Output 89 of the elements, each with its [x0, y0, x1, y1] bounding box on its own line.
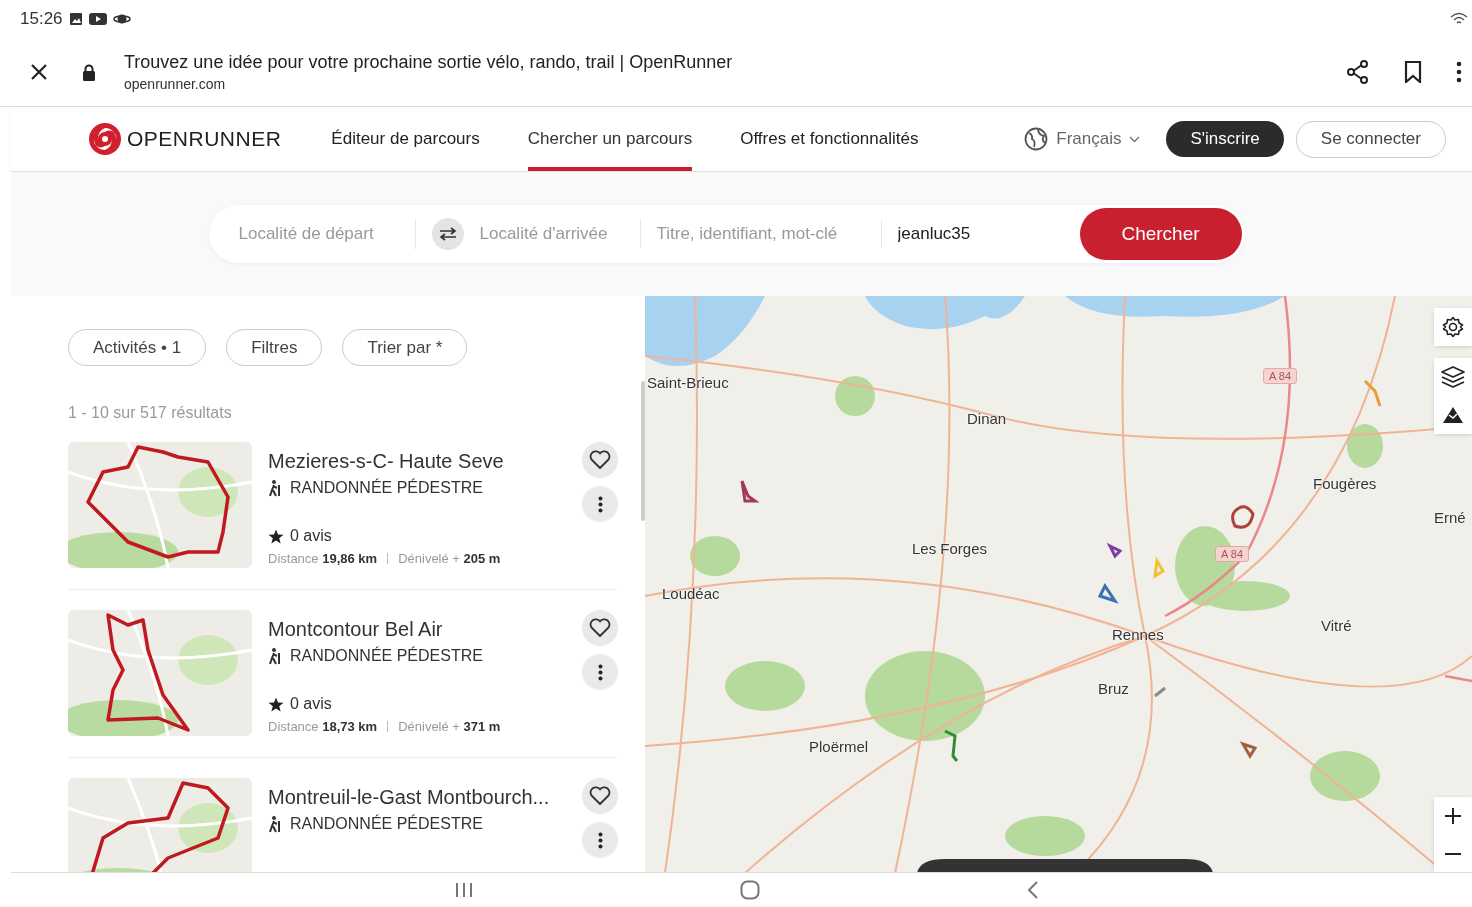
route-thumbnail[interactable]	[68, 442, 252, 568]
play-icon	[88, 12, 107, 26]
distance-stat: Distance 18,73 km	[268, 719, 378, 734]
map-place-label: Les Forges	[912, 540, 988, 557]
mountain-icon	[1442, 406, 1464, 424]
hiker-icon	[268, 647, 282, 665]
elevation-stat: Dénivelé + 371 m	[398, 719, 501, 734]
map-place-label: Rennes	[1112, 626, 1164, 643]
map-place-label: Dinan	[967, 410, 1007, 427]
hiker-icon	[268, 815, 282, 833]
signup-button[interactable]: S'inscrire	[1166, 121, 1284, 157]
reviews-count: 0 avis	[290, 695, 332, 713]
share-icon[interactable]	[1346, 60, 1370, 84]
route-title[interactable]: Montreuil-le-Gast Montbourch...	[268, 786, 582, 809]
heart-icon	[589, 618, 611, 638]
image-icon	[68, 12, 83, 26]
road-label: A 84	[1215, 546, 1250, 562]
activity-label: RANDONNÉE PÉDESTRE	[290, 647, 483, 665]
language-dropdown[interactable]: Français	[1056, 129, 1141, 149]
route-title[interactable]: Mezieres-s-C- Haute Seve	[268, 450, 582, 473]
chevron-down-icon	[1129, 135, 1141, 143]
close-icon[interactable]	[30, 63, 48, 81]
nav-tab[interactable]: Éditeur de parcours	[331, 107, 480, 171]
plus-icon	[1444, 807, 1462, 825]
reviews-count: 0 avis	[290, 527, 332, 545]
home-icon[interactable]	[739, 880, 760, 900]
heart-icon	[589, 450, 611, 470]
filter-button[interactable]: Trier par *	[342, 329, 468, 366]
search-field[interactable]: Titre, identifiant, mot-clé	[656, 219, 881, 249]
page-url: openrunner.com	[124, 76, 227, 92]
route-thumbnail[interactable]	[68, 778, 252, 872]
activity-label: RANDONNÉE PÉDESTRE	[290, 815, 483, 833]
logo-icon[interactable]	[89, 123, 121, 155]
login-button[interactable]: Se connecter	[1295, 120, 1446, 158]
results-count: 1 - 10 sur 517 résultats	[68, 404, 233, 422]
lock-icon	[82, 63, 96, 81]
distance-stat: Distance 19,86 km	[268, 551, 378, 566]
filter-button[interactable]: Activités • 1	[68, 329, 207, 366]
back-icon[interactable]	[1026, 881, 1039, 899]
logo-text[interactable]: OPENRUNNER	[127, 127, 282, 151]
heart-icon	[589, 786, 611, 806]
route-title[interactable]: Montcontour Bel Air	[268, 618, 582, 641]
map-place-label: Erné	[1434, 509, 1466, 526]
more-icon	[597, 663, 603, 681]
map-place-label: Fougères	[1313, 475, 1377, 492]
search-field[interactable]: jeanluc35	[897, 219, 1042, 249]
hiker-icon	[268, 479, 282, 497]
map-place-label: Saint-Brieuc	[647, 374, 729, 391]
more-icon	[597, 495, 603, 513]
swap-button[interactable]	[431, 218, 464, 250]
map-place-label: Bruz	[1098, 680, 1129, 697]
star-icon	[268, 528, 284, 544]
globe-icon[interactable]	[1024, 127, 1049, 151]
page-title: Trouvez une idée pour votre prochaine sortie vélo, rando, trail | OpenRunner	[124, 52, 734, 73]
layers-button[interactable]	[1434, 358, 1472, 396]
terrain-button[interactable]	[1434, 396, 1472, 434]
elevation-stat: Dénivelé + 205 m	[398, 551, 501, 566]
minus-icon	[1444, 853, 1462, 855]
more-options-button[interactable]	[582, 486, 618, 522]
nav-tab[interactable]: Offres et fonctionnalités	[740, 107, 919, 171]
route-thumbnail[interactable]	[68, 610, 252, 736]
search-field[interactable]: Localité d'arrivée	[479, 219, 640, 249]
settings-button[interactable]	[1434, 308, 1472, 346]
more-options-button[interactable]	[582, 654, 618, 690]
bookmark-icon[interactable]	[1404, 61, 1422, 83]
more-options-button[interactable]	[582, 822, 618, 858]
planet-icon	[112, 12, 131, 26]
filter-button[interactable]: Filtres	[226, 329, 323, 366]
road-label: A 84	[1263, 368, 1298, 384]
map-place-label: Ploërmel	[809, 738, 869, 755]
wifi-icon	[1450, 12, 1468, 26]
search-button[interactable]: Chercher	[1079, 208, 1242, 260]
favorite-button[interactable]	[582, 778, 618, 814]
status-time: 15:26	[20, 9, 63, 29]
map-place-label: Loudéac	[662, 585, 720, 602]
recent-apps-icon[interactable]	[454, 882, 473, 898]
layers-icon	[1441, 366, 1465, 388]
activity-label: RANDONNÉE PÉDESTRE	[290, 479, 483, 497]
zoom-out-button[interactable]	[1434, 835, 1472, 872]
more-icon	[597, 831, 603, 849]
swap-icon	[438, 227, 457, 241]
map-place-label: Vitré	[1321, 617, 1352, 634]
settings-icon	[1442, 316, 1464, 338]
star-icon	[268, 696, 284, 712]
search-field[interactable]: Localité de départ	[238, 219, 416, 249]
more-icon[interactable]	[1456, 61, 1462, 83]
favorite-button[interactable]	[582, 442, 618, 478]
favorite-button[interactable]	[582, 610, 618, 646]
zoom-in-button[interactable]	[1434, 797, 1472, 835]
